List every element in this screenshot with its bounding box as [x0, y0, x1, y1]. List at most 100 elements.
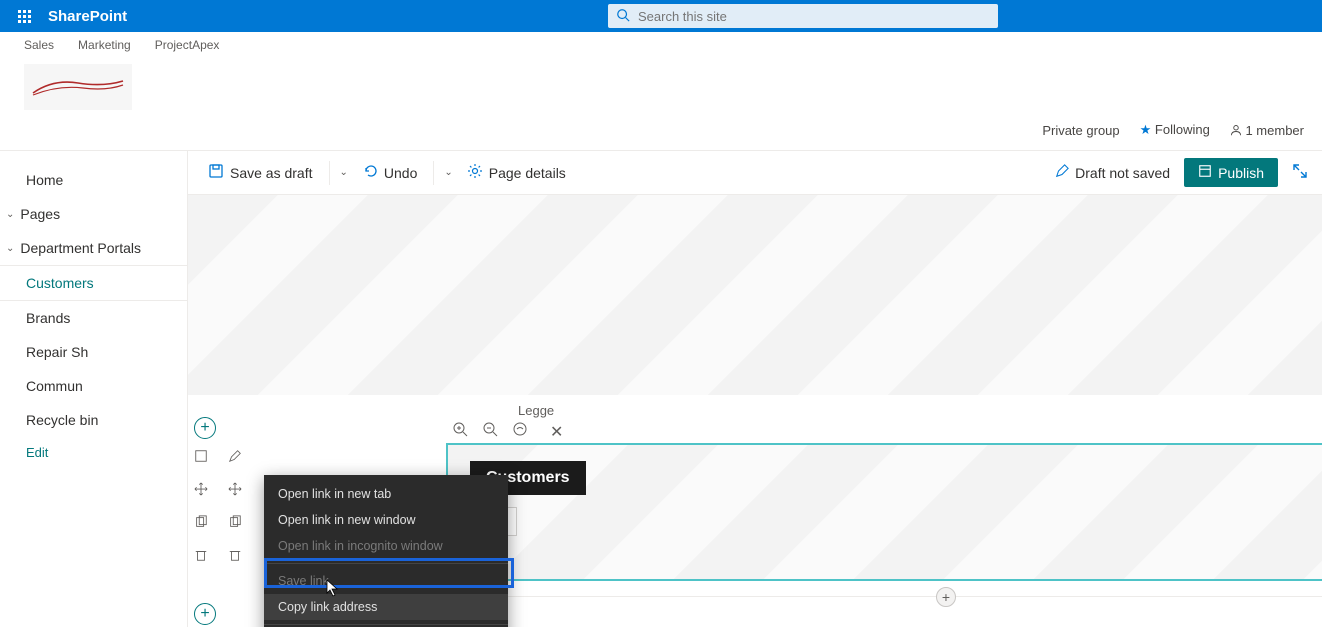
zoom-out-icon[interactable]	[482, 421, 498, 442]
members-button[interactable]: 1 member	[1230, 123, 1304, 138]
separator	[433, 161, 434, 185]
page-canvas: Legge + + ✕	[188, 195, 1322, 627]
draft-status: Draft not saved	[1055, 164, 1170, 181]
nav-label: Pages	[20, 206, 60, 222]
ctx-copy-link-address[interactable]: Copy link address	[264, 594, 508, 620]
page-details-button[interactable]: Page details	[461, 159, 572, 186]
site-header-row: Private group ★ Following 1 member	[0, 110, 1322, 150]
nav-recycle-bin[interactable]: Recycle bin	[0, 403, 187, 437]
nav-repair[interactable]: Repair Sh	[0, 335, 187, 369]
add-section-button[interactable]: +	[194, 603, 216, 625]
close-icon[interactable]: ✕	[550, 422, 563, 442]
publish-button[interactable]: Publish	[1184, 158, 1278, 187]
ctx-divider	[264, 624, 508, 625]
duplicate-webpart-icon[interactable]	[228, 515, 242, 532]
copy-section-icon[interactable]	[194, 515, 208, 532]
undo-icon	[362, 163, 378, 182]
search-input[interactable]	[608, 4, 998, 28]
save-icon	[208, 163, 224, 182]
waffle-icon	[18, 10, 31, 23]
nav-label: Department Portals	[20, 240, 141, 256]
hub-nav-link[interactable]: Sales	[24, 38, 54, 52]
search-icon	[616, 8, 630, 25]
ctx-label: Open link in new tab	[278, 487, 391, 501]
add-section-button[interactable]: +	[194, 417, 216, 439]
following-label: Following	[1155, 122, 1210, 137]
nav-label: Recycle bin	[26, 412, 98, 428]
nav-label: Repair Sh	[26, 344, 88, 360]
site-logo-area	[0, 58, 1322, 110]
following-button[interactable]: ★ Following	[1140, 122, 1210, 138]
nav-edit-link[interactable]: Edit	[0, 437, 187, 460]
hub-nav-link[interactable]: Marketing	[78, 38, 131, 52]
nav-customers[interactable]: Customers	[0, 265, 187, 301]
ctx-open-new-tab[interactable]: Open link in new tab	[264, 481, 508, 507]
publish-icon	[1198, 164, 1212, 181]
content-column: Save as draft ⌄ Undo ⌄ Page details Draf…	[188, 151, 1322, 627]
nav-label: Customers	[26, 275, 94, 291]
save-label: Save as draft	[230, 165, 313, 181]
undo-label: Undo	[384, 165, 417, 181]
nav-label: Home	[26, 172, 63, 188]
section-handles	[194, 449, 208, 565]
chevron-down-icon[interactable]: ⌄	[340, 167, 348, 178]
expand-icon[interactable]	[1292, 163, 1308, 182]
context-menu: Open link in new tab Open link in new wi…	[264, 475, 508, 627]
edit-section-icon[interactable]	[194, 449, 208, 466]
gear-icon	[467, 163, 483, 182]
undo-button[interactable]: Undo	[356, 159, 423, 186]
ctx-open-incognito: Open link in incognito window	[264, 533, 508, 559]
move-webpart-icon[interactable]	[228, 482, 242, 499]
edit-webpart-icon[interactable]	[228, 449, 242, 466]
save-draft-button[interactable]: Save as draft	[202, 159, 319, 186]
page-author: Legge	[188, 395, 1322, 418]
nav-department-portals[interactable]: ⌄ Department Portals	[0, 231, 187, 265]
star-icon: ★	[1140, 122, 1152, 137]
chevron-down-icon: ⌄	[6, 209, 14, 220]
ctx-label: Open link in new window	[278, 513, 416, 527]
command-bar: Save as draft ⌄ Undo ⌄ Page details Draf…	[188, 151, 1322, 195]
nav-community[interactable]: Commun	[0, 369, 187, 403]
chevron-down-icon: ⌄	[6, 243, 14, 254]
command-bar-right: Draft not saved Publish	[1055, 158, 1308, 187]
zoom-in-icon[interactable]	[452, 421, 468, 442]
site-logo[interactable]	[24, 64, 132, 110]
suite-header: SharePoint	[0, 0, 1322, 32]
webpart-handles	[228, 449, 242, 565]
hub-nav-link[interactable]: ProjectApex	[155, 38, 220, 52]
search-container	[608, 4, 998, 28]
delete-webpart-icon[interactable]	[228, 548, 242, 565]
nav-label: Commun	[26, 378, 83, 394]
left-nav: Home ⌄ Pages ⌄ Department Portals Customer…	[0, 151, 188, 627]
section-divider	[446, 596, 1322, 597]
ctx-label: Save link	[278, 574, 329, 588]
ctx-open-new-window[interactable]: Open link in new window	[264, 507, 508, 533]
ctx-save-link: Save link	[264, 568, 508, 594]
hero-banner[interactable]	[188, 195, 1322, 395]
ctx-divider	[264, 563, 508, 564]
nav-pages[interactable]: ⌄ Pages	[0, 197, 187, 231]
publish-label: Publish	[1218, 165, 1264, 181]
app-launcher-button[interactable]	[0, 10, 48, 23]
main-area: Home ⌄ Pages ⌄ Department Portals Customer…	[0, 150, 1322, 627]
chevron-down-icon[interactable]: ⌄	[444, 167, 452, 178]
draft-status-label: Draft not saved	[1075, 165, 1170, 181]
brand-label[interactable]: SharePoint	[48, 8, 127, 25]
separator	[329, 161, 330, 185]
privacy-label: Private group	[1042, 123, 1119, 138]
delete-section-icon[interactable]	[194, 548, 208, 565]
pencil-icon	[1055, 164, 1069, 181]
reset-zoom-icon[interactable]	[512, 421, 528, 442]
webpart-toolbar: ✕	[452, 421, 563, 442]
hub-nav: Sales Marketing ProjectApex	[0, 32, 1322, 58]
details-label: Page details	[489, 165, 566, 181]
members-label: 1 member	[1245, 123, 1304, 138]
nav-brands[interactable]: Brands	[0, 301, 187, 335]
ctx-label: Copy link address	[278, 600, 377, 614]
nav-home[interactable]: Home	[0, 163, 187, 197]
nav-label: Brands	[26, 310, 70, 326]
customers-webpart[interactable]: Customers Go	[446, 443, 1322, 581]
add-webpart-button[interactable]: +	[936, 587, 956, 607]
move-section-icon[interactable]	[194, 482, 208, 499]
ctx-label: Open link in incognito window	[278, 539, 443, 553]
